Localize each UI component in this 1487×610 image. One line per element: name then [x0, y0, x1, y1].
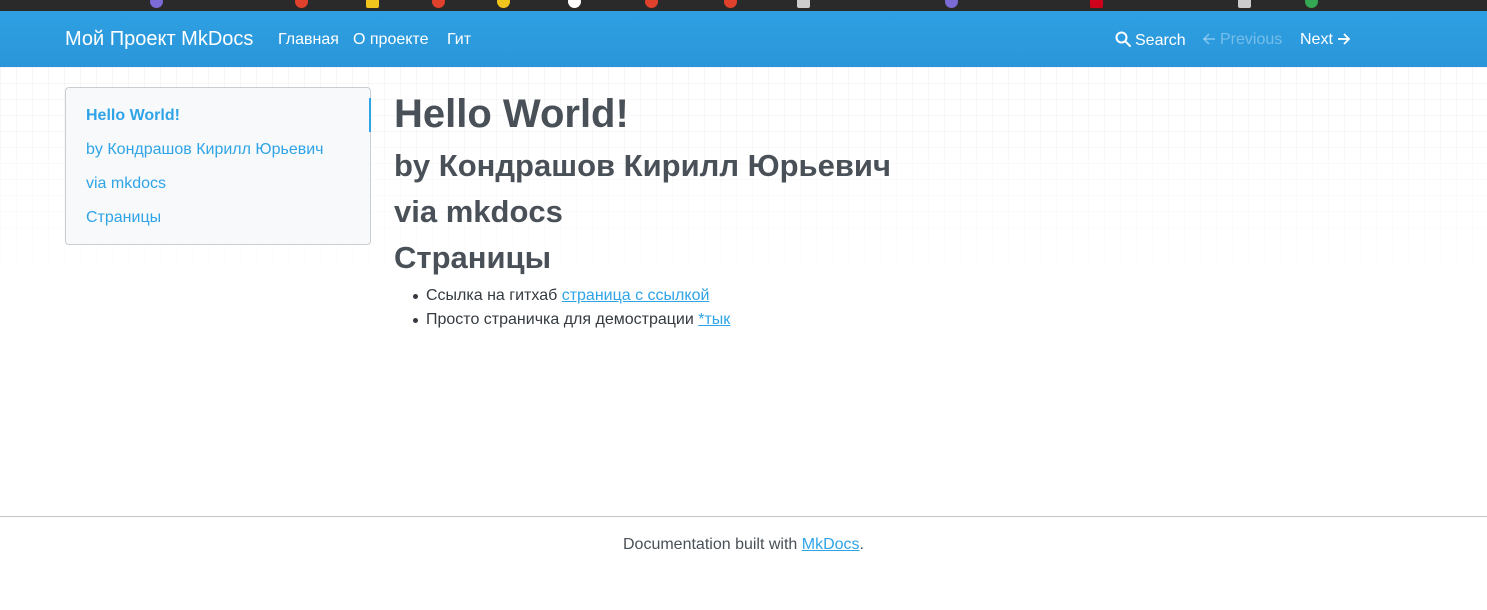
nav-link-git[interactable]: Гит [447, 31, 471, 49]
previous-button: Previous [1202, 31, 1282, 49]
demo-page-link[interactable]: *тык [698, 311, 730, 328]
search-button[interactable]: Search [1115, 31, 1186, 50]
previous-label: Previous [1220, 31, 1283, 48]
bookmark-item[interactable] [497, 0, 515, 9]
toc-item-via-mkdocs[interactable]: via mkdocs [86, 175, 166, 193]
list-item: Ссылка на гитхаб страница с ссылкой [412, 286, 730, 310]
bookmark-item[interactable] [1238, 0, 1256, 9]
search-icon [1115, 31, 1131, 47]
toc-item-hello-world[interactable]: Hello World! [86, 107, 180, 125]
footer-text: Documentation built with [623, 536, 798, 553]
bookmark-item[interactable] [432, 0, 450, 9]
list-item-text: Просто страничка для демострации [426, 311, 694, 328]
subheading-via-mkdocs: via mkdocs [394, 194, 563, 229]
subheading-pages: Страницы [394, 240, 552, 275]
nav-link-home[interactable]: Главная [278, 31, 339, 49]
footer: Documentation built with MkDocs. [0, 536, 1487, 554]
search-label: Search [1135, 32, 1186, 49]
bookmark-item[interactable] [797, 0, 815, 9]
bookmark-item[interactable] [150, 0, 168, 9]
bookmark-item[interactable] [945, 0, 963, 9]
site-brand[interactable]: Мой Проект MkDocs [65, 28, 253, 51]
bookmark-item[interactable] [295, 0, 313, 9]
nav-link-about[interactable]: О проекте [353, 31, 428, 49]
bookmark-item[interactable] [724, 0, 742, 9]
mkdocs-link[interactable]: MkDocs [802, 536, 860, 553]
list-item-text: Ссылка на гитхаб [426, 287, 558, 304]
subheading-author: by Кондрашов Кирилл Юрьевич [394, 148, 891, 183]
page-title: Hello World! [394, 92, 629, 136]
next-label: Next [1300, 31, 1333, 48]
next-button[interactable]: Next [1300, 31, 1351, 49]
top-navbar: Мой Проект MkDocs Главная О проекте Гит … [0, 11, 1487, 67]
bookmark-item[interactable] [568, 0, 586, 9]
toc-item-pages[interactable]: Страницы [86, 209, 161, 227]
arrow-left-icon [1202, 33, 1215, 45]
bookmark-item[interactable] [1305, 0, 1323, 9]
toc-item-author[interactable]: by Кондрашов Кирилл Юрьевич [86, 141, 324, 159]
bookmark-item[interactable] [366, 0, 384, 9]
github-page-link[interactable]: страница с ссылкой [562, 287, 710, 304]
list-item: Просто страничка для демострации *тык [412, 310, 730, 334]
footer-divider [0, 516, 1487, 517]
pages-list: Ссылка на гитхаб страница с ссылкой Прос… [412, 286, 730, 334]
toc-active-indicator [369, 98, 371, 132]
arrow-right-icon [1337, 33, 1351, 45]
bookmark-item[interactable] [645, 0, 663, 9]
footer-suffix: . [859, 536, 864, 553]
table-of-contents: Hello World! by Кондрашов Кирилл Юрьевич… [65, 87, 371, 245]
bookmark-item[interactable] [1090, 0, 1108, 9]
bookmarks-bar [0, 0, 1487, 11]
